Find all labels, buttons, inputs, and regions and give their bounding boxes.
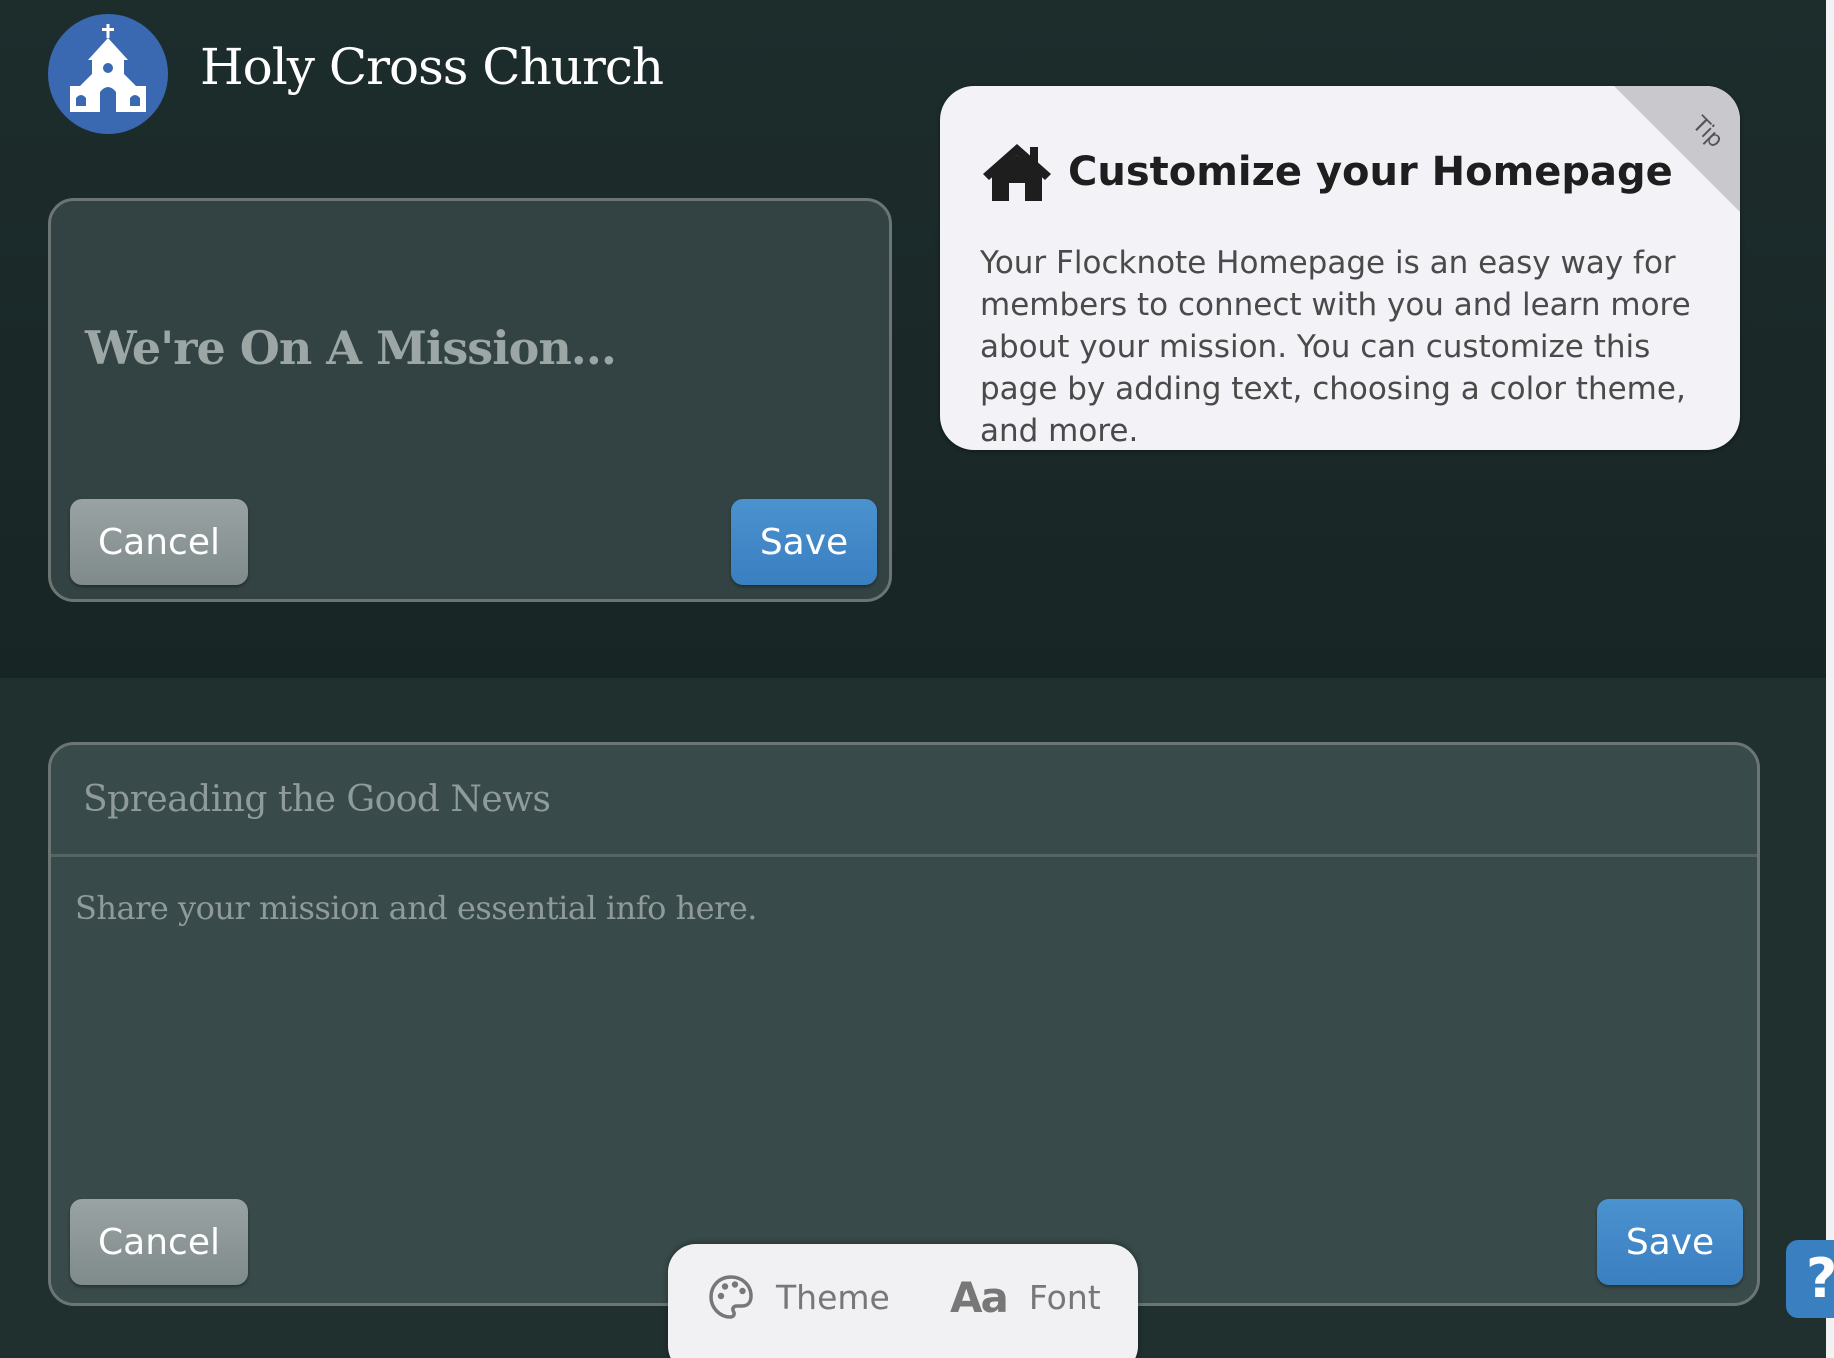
help-button[interactable]: ?: [1786, 1240, 1834, 1318]
mission-title-editor: We're On A Mission... Cancel Save: [48, 198, 892, 602]
content-body-input[interactable]: Share your mission and essential info he…: [75, 889, 757, 927]
content-title-field[interactable]: Spreading the Good News: [51, 745, 1757, 857]
home-icon: [983, 144, 1051, 201]
content-cancel-button[interactable]: Cancel: [70, 1199, 248, 1285]
window-edge: [1826, 0, 1834, 1358]
tip-heading: Customize your Homepage: [1068, 149, 1673, 195]
font-label: Font: [1028, 1277, 1101, 1317]
palette-icon: [709, 1275, 753, 1319]
tip-body: Your Flocknote Homepage is an easy way f…: [980, 245, 1691, 449]
content-save-button[interactable]: Save: [1597, 1199, 1743, 1285]
theme-button[interactable]: Theme: [708, 1272, 890, 1322]
church-logo[interactable]: [48, 14, 168, 134]
mission-title-input[interactable]: We're On A Mission...: [85, 321, 617, 375]
mission-cancel-button[interactable]: Cancel: [70, 499, 248, 585]
font-button[interactable]: Aa Font: [950, 1272, 1101, 1322]
style-toolbar: Theme Aa Font: [668, 1244, 1138, 1358]
tip-card: Tip Customize your Homepage Your Flockno…: [940, 86, 1740, 450]
theme-label: Theme: [776, 1277, 890, 1317]
content-title: Spreading the Good News: [83, 779, 551, 820]
mission-save-button[interactable]: Save: [731, 499, 877, 585]
homepage-editor: Holy Cross Church We're On A Mission... …: [0, 0, 1826, 1358]
tip-heading-row: Customize your Homepage: [980, 140, 1673, 204]
content-editor: Spreading the Good News Share your missi…: [48, 742, 1760, 1306]
church-name: Holy Cross Church: [200, 38, 664, 96]
church-icon: [70, 24, 146, 112]
font-icon: Aa: [950, 1272, 1009, 1322]
